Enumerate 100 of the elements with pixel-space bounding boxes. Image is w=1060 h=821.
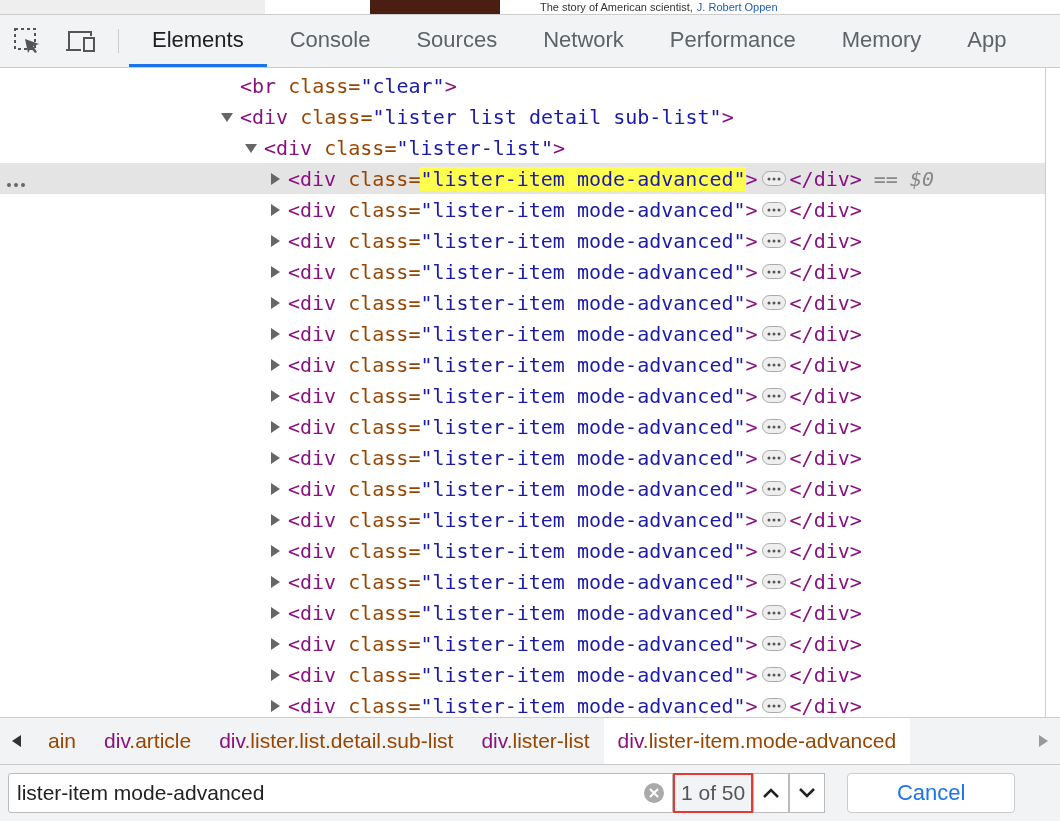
collapsed-triangle-icon[interactable]: [268, 233, 282, 248]
dom-node-row[interactable]: <div class="lister-item mode-advanced"> </div>: [0, 566, 1045, 597]
attribute-name: class=: [348, 383, 421, 408]
breadcrumb[interactable]: div.lister.list.detail.sub-list: [205, 718, 468, 764]
ellipsis-button[interactable]: [761, 574, 786, 589]
ellipsis-button[interactable]: [761, 202, 786, 217]
dots-icon: [766, 517, 781, 522]
ellipsis-button[interactable]: [761, 605, 786, 620]
panel-tab[interactable]: Memory: [818, 15, 945, 67]
ellipsis-button[interactable]: [761, 171, 786, 186]
dom-node-row[interactable]: <div class="lister-item mode-advanced"> </div>: [0, 318, 1045, 349]
cancel-button[interactable]: Cancel: [847, 773, 1016, 813]
ellipsis-button[interactable]: [761, 419, 786, 434]
panel-tab[interactable]: Console: [266, 15, 394, 67]
collapsed-triangle-icon[interactable]: [268, 450, 282, 465]
collapsed-triangle-icon[interactable]: [268, 512, 282, 527]
ellipsis-button[interactable]: [761, 295, 786, 310]
dom-node-row[interactable]: <div class="lister-item mode-advanced"> </div> == $0: [0, 163, 1045, 194]
collapsed-triangle-icon[interactable]: [268, 295, 282, 310]
ellipsis-button[interactable]: [761, 357, 786, 372]
tag-bracket: >: [745, 600, 758, 625]
dots-icon: [766, 238, 781, 243]
attribute-name: class=: [348, 445, 421, 470]
dots-icon: [766, 641, 781, 646]
breadcrumb[interactable]: div.lister-item.mode-advanced: [603, 718, 911, 764]
ellipsis-button[interactable]: [761, 481, 786, 496]
dom-node-row[interactable]: <div class="lister-item mode-advanced"> </div>: [0, 628, 1045, 659]
dots-icon: [766, 486, 781, 491]
breadcrumb[interactable]: ain: [34, 718, 91, 764]
dom-node-row[interactable]: <div class="lister-item mode-advanced"> </div>: [0, 225, 1045, 256]
dom-node-row[interactable]: <div class="lister-item mode-advanced"> </div>: [0, 659, 1045, 690]
panel-tab[interactable]: App: [944, 15, 1030, 67]
breadcrumb[interactable]: div.article: [90, 718, 206, 764]
collapsed-triangle-icon[interactable]: [268, 419, 282, 434]
page-link[interactable]: J. Robert Oppen: [696, 1, 778, 13]
attribute-value: "lister-item mode-advanced": [420, 445, 746, 470]
ellipsis-button[interactable]: [761, 667, 786, 682]
ellipsis-button[interactable]: [761, 543, 786, 558]
dom-node-row[interactable]: <div class="lister-item mode-advanced"> </div>: [0, 256, 1045, 287]
ellipsis-button[interactable]: [761, 512, 786, 527]
collapsed-triangle-icon[interactable]: [268, 171, 282, 186]
collapsed-triangle-icon[interactable]: [268, 543, 282, 558]
next-match-button[interactable]: [789, 773, 826, 813]
dom-node-row[interactable]: <div class="lister-item mode-advanced"> </div>: [0, 349, 1045, 380]
attribute-value: "lister-item mode-advanced": [420, 352, 746, 377]
tag-name: <div: [288, 538, 337, 563]
ellipsis-button[interactable]: [761, 450, 786, 465]
dom-node-row[interactable]: <div class="lister-item mode-advanced"> </div>: [0, 690, 1045, 717]
tag-name: <div: [288, 259, 337, 284]
dom-node-row[interactable]: <div class="lister-list">: [0, 132, 1045, 163]
panel-tab[interactable]: Performance: [646, 15, 819, 67]
panel-tab[interactable]: Network: [520, 15, 647, 67]
closing-tag: </div>: [789, 290, 862, 315]
dots-icon: [766, 579, 781, 584]
collapsed-triangle-icon[interactable]: [268, 636, 282, 651]
dom-node-row[interactable]: <div class="lister-item mode-advanced"> </div>: [0, 287, 1045, 318]
ellipsis-button[interactable]: [761, 698, 786, 713]
tag-name: <div: [288, 166, 337, 191]
dots-icon: [766, 703, 781, 708]
dom-node-row[interactable]: <div class="lister-item mode-advanced"> </div>: [0, 473, 1045, 504]
more-icon[interactable]: [6, 182, 26, 188]
dom-node-row[interactable]: <div class="lister-item mode-advanced"> </div>: [0, 194, 1045, 225]
collapsed-triangle-icon[interactable]: [268, 202, 282, 217]
chevron-up-icon: [762, 787, 781, 799]
collapsed-triangle-icon[interactable]: [268, 357, 282, 372]
dom-node-row[interactable]: <div class="lister-item mode-advanced"> </div>: [0, 504, 1045, 535]
closing-tag: </div>: [789, 631, 862, 656]
ellipsis-button[interactable]: [761, 326, 786, 341]
dots-icon: [766, 548, 781, 553]
dom-node-row[interactable]: <br class="clear">: [0, 70, 1045, 101]
dom-node-row[interactable]: <div class="lister-item mode-advanced"> </div>: [0, 597, 1045, 628]
collapsed-triangle-icon[interactable]: [268, 698, 282, 713]
panel-tab[interactable]: Elements: [129, 15, 267, 67]
dom-node-row[interactable]: <div class="lister-item mode-advanced"> </div>: [0, 411, 1045, 442]
attribute-value: "lister-item mode-advanced": [420, 321, 746, 346]
collapsed-triangle-icon[interactable]: [268, 574, 282, 589]
ellipsis-button[interactable]: [761, 264, 786, 279]
previous-match-button[interactable]: [753, 773, 790, 813]
collapsed-triangle-icon[interactable]: [268, 667, 282, 682]
tag-name: <div: [288, 352, 337, 377]
dom-node-row[interactable]: <div class="lister-item mode-advanced"> </div>: [0, 535, 1045, 566]
panel-tab[interactable]: Sources: [393, 15, 521, 67]
tag-name: <div: [288, 631, 337, 656]
dots-icon: [766, 269, 781, 274]
ellipsis-button[interactable]: [761, 388, 786, 403]
dom-node-row[interactable]: <div class="lister list detail sub-list">: [0, 101, 1045, 132]
ellipsis-button[interactable]: [761, 233, 786, 248]
collapsed-triangle-icon[interactable]: [268, 388, 282, 403]
closing-tag: </div>: [789, 259, 862, 284]
collapsed-triangle-icon[interactable]: [268, 326, 282, 341]
breadcrumb[interactable]: div.lister-list: [467, 718, 604, 764]
search-field[interactable]: lister-item mode-advanced: [8, 773, 673, 813]
attribute-name: class=: [348, 414, 421, 439]
dom-node-row[interactable]: <div class="lister-item mode-advanced"> </div>: [0, 442, 1045, 473]
dom-node-row[interactable]: <div class="lister-item mode-advanced"> </div>: [0, 380, 1045, 411]
collapsed-triangle-icon[interactable]: [268, 264, 282, 279]
collapsed-triangle-icon[interactable]: [268, 481, 282, 496]
collapsed-triangle-icon[interactable]: [268, 605, 282, 620]
ellipsis-button[interactable]: [761, 636, 786, 651]
match-count: 1 of 50: [673, 773, 754, 813]
